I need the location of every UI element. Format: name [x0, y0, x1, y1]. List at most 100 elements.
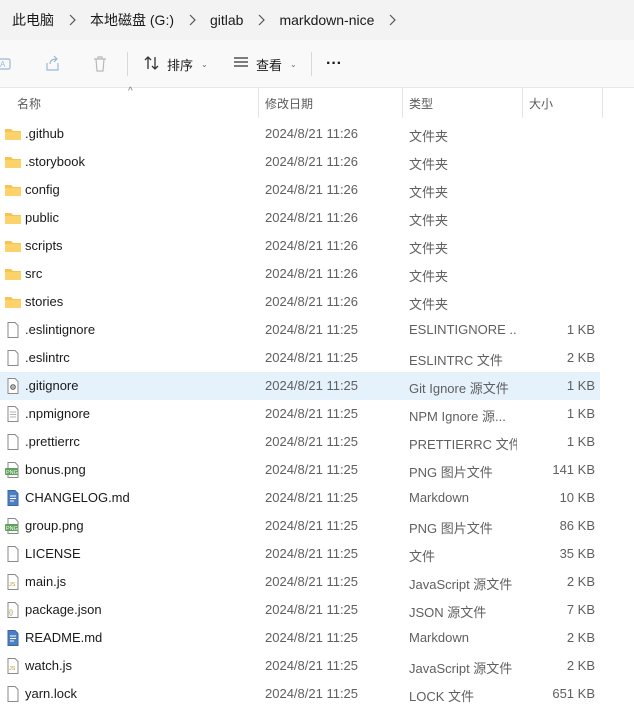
file-row[interactable]: .gitignore 2024/8/21 11:25 Git Ignore 源文件 1… — [0, 372, 600, 400]
image-file-icon: PNG — [4, 462, 22, 478]
file-type: 文件 — [409, 549, 436, 564]
file-icon — [4, 434, 22, 450]
column-modified[interactable]: 修改日期 — [265, 88, 401, 118]
chevron-right-icon[interactable] — [374, 14, 410, 26]
file-name: config — [25, 182, 60, 197]
file-row[interactable]: {} package.json 2024/8/21 11:25 JSON 源文件 7 K… — [0, 596, 600, 624]
file-size: 2 KB — [566, 630, 595, 645]
file-name: LICENSE — [25, 546, 81, 561]
file-row[interactable]: .eslintignore 2024/8/21 11:25 ESLINTIGNORE… — [0, 316, 600, 344]
column-header: ^ 名称 修改日期 类型 大小 — [0, 86, 634, 118]
column-modified-label: 修改日期 — [265, 96, 314, 111]
file-type: Markdown — [409, 630, 469, 645]
file-row[interactable]: PNG bonus.png 2024/8/21 11:25 PNG 图片文件 141 K… — [0, 456, 600, 484]
sort-button[interactable]: 排序 ⌄ — [143, 52, 208, 76]
file-type: PNG 图片文件 — [409, 465, 493, 480]
breadcrumb-markdown-nice[interactable]: markdown-nice — [279, 12, 374, 28]
file-size: 2 KB — [566, 658, 595, 673]
column-divider[interactable] — [402, 88, 403, 118]
file-name: scripts — [25, 238, 63, 253]
file-type: 文件夹 — [409, 185, 449, 200]
column-divider[interactable] — [522, 88, 523, 118]
file-row[interactable]: yarn.lock 2024/8/21 11:25 LOCK 文件 651 KB — [0, 680, 600, 708]
file-row[interactable]: .storybook 2024/8/21 11:26 文件夹 — [0, 148, 600, 176]
file-icon — [4, 546, 22, 562]
column-size[interactable]: 大小 — [529, 88, 601, 118]
file-type: 文件夹 — [409, 157, 449, 172]
file-modified: 2024/8/21 11:26 — [265, 210, 359, 225]
file-row[interactable]: JS main.js 2024/8/21 11:25 JavaScript 源文件 2 … — [0, 568, 600, 596]
chevron-right-icon[interactable] — [174, 14, 210, 26]
text-file-icon — [4, 406, 22, 422]
svg-text:JS: JS — [9, 666, 16, 672]
file-name: CHANGELOG.md — [25, 490, 130, 505]
toolbar-divider — [127, 52, 128, 76]
file-name: yarn.lock — [25, 686, 78, 701]
file-type: 文件夹 — [409, 241, 449, 256]
file-size: 35 KB — [559, 546, 595, 561]
js-file-icon: JS — [4, 658, 22, 674]
file-row[interactable]: .npmignore 2024/8/21 11:25 NPM Ignore 源...… — [0, 400, 600, 428]
svg-text:{}: {} — [9, 610, 13, 616]
file-type: 文件夹 — [409, 213, 449, 228]
file-size: 141 KB — [552, 462, 595, 477]
file-size: 1 KB — [566, 434, 595, 449]
view-button[interactable]: 查看 ⌄ — [232, 52, 297, 76]
chevron-down-icon: ⌄ — [201, 59, 208, 69]
file-row[interactable]: scripts 2024/8/21 11:26 文件夹 — [0, 232, 600, 260]
file-row[interactable]: public 2024/8/21 11:26 文件夹 — [0, 204, 600, 232]
file-size: 651 KB — [552, 686, 595, 701]
file-row[interactable]: LICENSE 2024/8/21 11:25 文件 35 KB — [0, 540, 600, 568]
file-name: .github — [25, 126, 65, 141]
svg-text:A: A — [0, 60, 6, 69]
file-modified: 2024/8/21 11:25 — [265, 518, 359, 533]
file-row[interactable]: README.md 2024/8/21 11:25 Markdown 2 KB — [0, 624, 600, 652]
file-name: public — [25, 210, 59, 225]
breadcrumb-this-pc[interactable]: 此电脑 — [12, 10, 54, 30]
file-type: 文件夹 — [409, 297, 449, 312]
column-divider[interactable] — [258, 88, 259, 118]
file-type: 文件夹 — [409, 129, 449, 144]
file-row[interactable]: stories 2024/8/21 11:26 文件夹 — [0, 288, 600, 316]
js-file-icon: JS — [4, 574, 22, 590]
file-type: JavaScript 源文件 — [409, 577, 513, 592]
more-options-button[interactable]: ··· — [326, 52, 342, 76]
breadcrumb-local-disk[interactable]: 本地磁盘 (G:) — [90, 10, 174, 30]
file-modified: 2024/8/21 11:25 — [265, 546, 359, 561]
column-type[interactable]: 类型 — [409, 88, 521, 118]
column-name[interactable]: 名称 — [17, 88, 257, 118]
breadcrumb-gitlab[interactable]: gitlab — [210, 12, 243, 28]
rename-icon[interactable]: A — [0, 54, 16, 74]
file-modified: 2024/8/21 11:25 — [265, 462, 359, 477]
file-row[interactable]: CHANGELOG.md 2024/8/21 11:25 Markdown 10 KB — [0, 484, 600, 512]
file-modified: 2024/8/21 11:25 — [265, 686, 359, 701]
markdown-file-icon — [4, 630, 22, 646]
file-modified: 2024/8/21 11:25 — [265, 574, 359, 589]
file-modified: 2024/8/21 11:26 — [265, 266, 359, 281]
folder-icon — [4, 154, 22, 170]
file-row[interactable]: .eslintrc 2024/8/21 11:25 ESLINTRC 文件 2 KB — [0, 344, 600, 372]
file-row[interactable]: src 2024/8/21 11:26 文件夹 — [0, 260, 600, 288]
sort-button-label: 排序 — [167, 57, 194, 73]
file-row[interactable]: JS watch.js 2024/8/21 11:25 JavaScript 源文件 2… — [0, 652, 600, 680]
file-type: PNG 图片文件 — [409, 521, 493, 536]
column-size-label: 大小 — [529, 96, 554, 111]
file-row[interactable]: .github 2024/8/21 11:26 文件夹 — [0, 120, 600, 148]
chevron-right-icon[interactable] — [54, 14, 90, 26]
file-modified: 2024/8/21 11:26 — [265, 182, 359, 197]
delete-icon[interactable] — [90, 54, 110, 74]
file-icon — [4, 350, 22, 366]
view-button-label: 查看 — [256, 57, 283, 73]
file-name: .storybook — [25, 154, 85, 169]
chevron-right-icon[interactable] — [243, 14, 279, 26]
file-type: JSON 源文件 — [409, 605, 487, 620]
share-icon[interactable] — [43, 54, 63, 74]
file-modified: 2024/8/21 11:25 — [265, 378, 359, 393]
file-row[interactable]: PNG group.png 2024/8/21 11:25 PNG 图片文件 86 KB — [0, 512, 600, 540]
file-row[interactable]: .prettierrc 2024/8/21 11:25 PRETTIERRC 文件 1… — [0, 428, 600, 456]
file-modified: 2024/8/21 11:25 — [265, 406, 359, 421]
file-row[interactable]: config 2024/8/21 11:26 文件夹 — [0, 176, 600, 204]
column-divider[interactable] — [602, 88, 603, 118]
file-size: 2 KB — [566, 350, 595, 365]
folder-icon — [4, 238, 22, 254]
